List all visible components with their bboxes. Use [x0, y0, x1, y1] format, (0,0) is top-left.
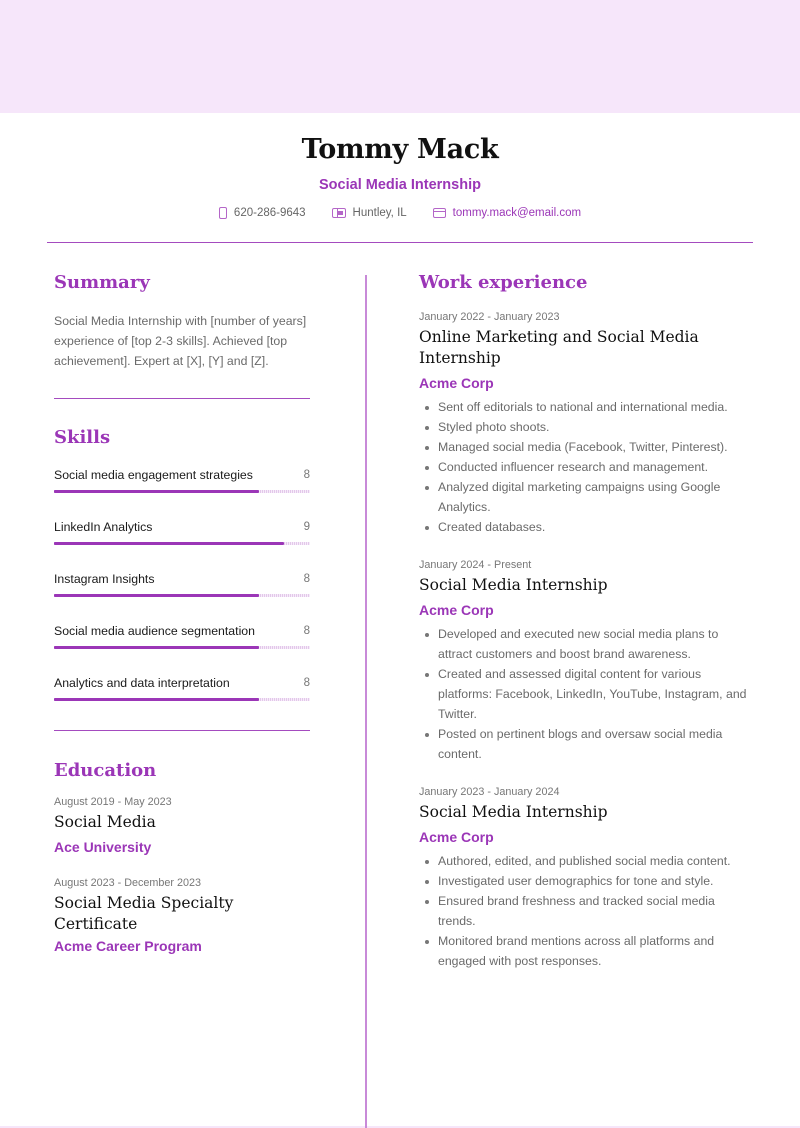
job-bullet: Authored, edited, and published social m… — [419, 851, 749, 871]
skill-item: Social media audience segmentation 8 — [54, 624, 310, 676]
education-date: August 2023 - December 2023 — [54, 877, 202, 889]
education-school: Ace University — [54, 839, 152, 855]
job-company: Acme Corp — [419, 375, 494, 391]
skill-bar-fill — [54, 542, 285, 545]
skill-bar-fill — [54, 646, 259, 649]
job-bullets: Developed and executed new social media … — [419, 624, 749, 764]
job-bullet: Created databases. — [419, 517, 749, 537]
education-school: Acme Career Program — [54, 938, 202, 954]
skill-bar-track — [54, 646, 310, 649]
skill-bar-track — [54, 490, 310, 493]
job-bullet: Conducted influencer research and manage… — [419, 457, 749, 477]
header-band — [0, 0, 800, 113]
email-icon — [432, 208, 446, 218]
skill-name: Analytics and data interpretation — [54, 676, 230, 690]
education-item: August 2019 - May 2023 Social Media Ace … — [54, 796, 310, 855]
job-company: Acme Corp — [419, 829, 494, 845]
location-icon — [331, 208, 346, 218]
job-bullets: Sent off editorials to national and inte… — [419, 397, 749, 537]
job-bullet: Monitored brand mentions across all plat… — [419, 931, 749, 971]
contact-email[interactable]: tommy.mack@email.com — [432, 207, 581, 219]
skill-bar-fill — [54, 594, 259, 597]
job-date: January 2022 - January 2023 — [419, 311, 560, 323]
skill-bar-track — [54, 594, 310, 597]
job-entry: January 2022 - January 2023 Online Marke… — [419, 311, 749, 537]
job-bullet: Investigated user demographics for tone … — [419, 871, 749, 891]
resume-header: Tommy Mack Social Media Internship 620-2… — [0, 113, 800, 219]
right-column: Work experience January 2022 - January 2… — [419, 272, 749, 971]
skill-rating: 8 — [303, 469, 310, 481]
candidate-role: Social Media Internship — [319, 177, 481, 193]
job-entry: January 2024 - Present Social Media Inte… — [419, 559, 749, 764]
skill-name: Social media audience segmentation — [54, 624, 255, 638]
job-bullet: Analyzed digital marketing campaigns usi… — [419, 477, 749, 517]
job-title: Social Media Internship — [419, 576, 608, 594]
work-section: Work experience January 2022 - January 2… — [419, 272, 749, 971]
skill-item: LinkedIn Analytics 9 — [54, 520, 310, 572]
summary-text: Social Media Internship with [number of … — [54, 314, 307, 368]
job-entry: January 2023 - January 2024 Social Media… — [419, 786, 749, 971]
job-bullet: Ensured brand freshness and tracked soci… — [419, 891, 749, 931]
work-heading: Work experience — [419, 272, 588, 293]
job-company: Acme Corp — [419, 602, 494, 618]
contact-location: Huntley, IL — [331, 207, 407, 219]
summary-section: Summary Social Media Internship with [nu… — [54, 272, 310, 371]
job-bullet: Created and assessed digital content for… — [419, 664, 749, 724]
section-divider — [54, 730, 310, 731]
skill-bar-fill — [54, 698, 259, 701]
section-divider — [54, 398, 310, 399]
job-bullet: Sent off editorials to national and inte… — [419, 397, 749, 417]
job-bullet: Posted on pertinent blogs and oversaw so… — [419, 724, 749, 764]
skill-item: Social media engagement strategies 8 — [54, 468, 310, 520]
education-item: August 2023 - December 2023 Social Media… — [54, 877, 310, 954]
left-column: Summary Social Media Internship with [nu… — [54, 272, 310, 954]
job-bullet: Styled photo shoots. — [419, 417, 749, 437]
job-bullet: Developed and executed new social media … — [419, 624, 749, 664]
skill-name: Instagram Insights — [54, 572, 155, 586]
education-date: August 2019 - May 2023 — [54, 796, 172, 808]
skills-section: Skills Social media engagement strategie… — [54, 427, 310, 728]
job-bullets: Authored, edited, and published social m… — [419, 851, 749, 971]
candidate-name: Tommy Mack — [301, 134, 499, 165]
skill-name: Social media engagement strategies — [54, 468, 253, 482]
skill-rating: 9 — [303, 521, 310, 533]
job-bullet: Managed social media (Facebook, Twitter,… — [419, 437, 749, 457]
skill-bar-fill — [54, 490, 259, 493]
job-date: January 2023 - January 2024 — [419, 786, 560, 798]
education-degree: Social Media Specialty Certificate — [54, 894, 234, 933]
education-section: Education August 2019 - May 2023 Social … — [54, 760, 310, 954]
skill-name: LinkedIn Analytics — [54, 520, 153, 534]
contact-phone: 620-286-9643 — [218, 207, 306, 219]
skill-bar-track — [54, 698, 310, 701]
skill-item: Analytics and data interpretation 8 — [54, 676, 310, 728]
skill-rating: 8 — [303, 625, 310, 637]
location-text: Huntley, IL — [352, 207, 407, 219]
skill-bar-track — [54, 542, 310, 545]
column-divider — [365, 275, 367, 1128]
contact-bar: 620-286-9643 Huntley, IL tommy.mack@emai… — [0, 207, 800, 219]
summary-heading: Summary — [54, 272, 150, 293]
skill-rating: 8 — [303, 573, 310, 585]
job-title: Online Marketing and Social Media Intern… — [419, 328, 699, 367]
phone-text: 620-286-9643 — [233, 207, 306, 219]
skills-heading: Skills — [54, 427, 111, 448]
skill-rating: 8 — [303, 677, 310, 689]
skill-item: Instagram Insights 8 — [54, 572, 310, 624]
education-degree: Social Media — [54, 813, 156, 831]
phone-icon — [218, 207, 227, 219]
header-divider — [47, 242, 753, 243]
job-date: January 2024 - Present — [419, 559, 532, 571]
job-title: Social Media Internship — [419, 803, 608, 821]
email-link[interactable]: tommy.mack@email.com — [453, 207, 581, 219]
skills-list: Social media engagement strategies 8 Lin… — [54, 468, 310, 728]
education-heading: Education — [54, 760, 157, 781]
